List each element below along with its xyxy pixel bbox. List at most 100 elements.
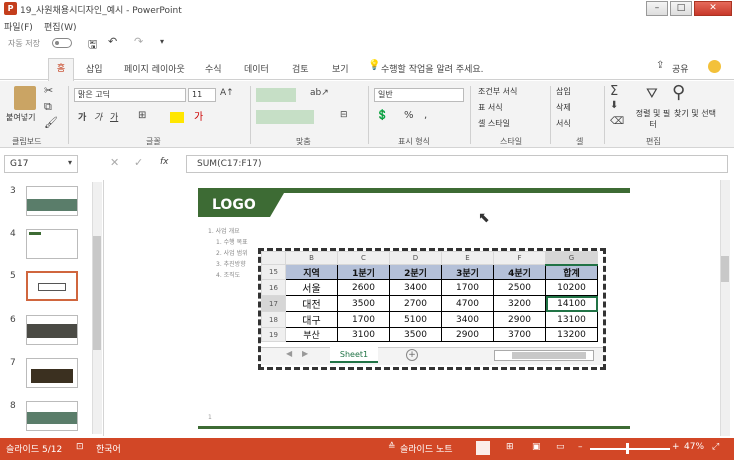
namebox-dropdown-icon[interactable]: ▾ — [68, 158, 72, 167]
slide-thumbnail-selected[interactable] — [26, 271, 78, 301]
slideshow-icon[interactable]: ▭ — [556, 442, 565, 452]
maximize-button[interactable]: □ — [670, 1, 692, 16]
tab-home[interactable]: 홈 — [48, 58, 74, 81]
tab-review[interactable]: 검토 — [292, 62, 309, 75]
menu-edit[interactable]: 편집(W) — [44, 20, 76, 33]
share-button[interactable]: 공유 — [672, 62, 689, 75]
slide-thumbnail[interactable] — [26, 229, 78, 259]
table-cell[interactable]: 합계 — [545, 264, 598, 280]
grow-font-icon[interactable]: A↑ — [220, 88, 234, 98]
table-cell[interactable]: 1분기 — [337, 264, 390, 280]
table-cell[interactable]: 부산 — [285, 327, 338, 342]
table-cell[interactable]: 2900 — [493, 311, 546, 328]
table-cell[interactable]: 13200 — [545, 327, 598, 342]
underline-icon[interactable]: 가 — [110, 110, 118, 123]
row-header[interactable]: 16 — [261, 279, 286, 296]
table-cell[interactable]: 3700 — [493, 327, 546, 342]
save-icon[interactable]: 🖫 — [88, 36, 97, 55]
tab-page-layout[interactable]: 페이지 레이아웃 — [124, 62, 185, 75]
cell-style-button[interactable]: 셀 스타일 — [478, 118, 510, 129]
paste-button[interactable]: 붙여넣기 — [6, 112, 35, 123]
table-cell[interactable]: 2700 — [389, 295, 442, 312]
row-header-selected[interactable]: 17 — [261, 295, 286, 312]
smiley-icon[interactable] — [708, 60, 721, 73]
delete-cells-button[interactable]: 삭제 — [556, 102, 571, 113]
table-cell[interactable]: 4분기 — [493, 264, 546, 280]
insert-cells-button[interactable]: 삽입 — [556, 86, 571, 97]
column-header[interactable]: F — [493, 251, 546, 265]
slide-thumbnail[interactable] — [26, 358, 78, 388]
table-format-button[interactable]: 표 서식 — [478, 102, 503, 113]
insert-function-icon[interactable]: fx — [160, 157, 169, 167]
horizontal-scroll-thumb[interactable] — [512, 352, 586, 359]
table-cell[interactable]: 3400 — [441, 311, 494, 328]
slide-scroll-thumb[interactable] — [721, 256, 729, 282]
table-cell[interactable]: 2600 — [337, 279, 390, 296]
currency-icon[interactable]: 💲 — [376, 110, 388, 121]
table-cell[interactable]: 13100 — [545, 311, 598, 328]
undo-icon[interactable]: ↶ — [108, 35, 117, 48]
magnifier-icon[interactable]: ⚲ — [672, 82, 685, 103]
normal-view-icon[interactable] — [476, 441, 490, 455]
conditional-format-button[interactable]: 조건부 서식 — [478, 86, 517, 97]
table-cell[interactable]: 3500 — [337, 295, 390, 312]
enter-icon[interactable]: ✓ — [134, 156, 143, 169]
qat-customize-icon[interactable]: ▾ — [160, 37, 164, 46]
align-top-icon[interactable] — [256, 88, 296, 102]
bold-icon[interactable]: 가 — [78, 110, 86, 123]
add-sheet-icon[interactable]: + — [406, 349, 418, 361]
table-cell[interactable]: 1700 — [337, 311, 390, 328]
column-header[interactable]: E — [441, 251, 494, 265]
format-painter-icon[interactable]: 🖌 — [44, 116, 58, 129]
font-size-select[interactable]: 11 — [188, 88, 216, 102]
orientation-icon[interactable]: ab↗ — [310, 88, 329, 98]
format-cells-button[interactable]: 서식 — [556, 118, 571, 129]
active-cell[interactable]: 14100 — [545, 295, 598, 312]
share-icon[interactable]: ⇪ — [656, 60, 664, 71]
row-header[interactable]: 18 — [261, 311, 286, 328]
column-header[interactable]: B — [285, 251, 338, 265]
autosave-toggle[interactable] — [52, 38, 72, 48]
border-icon[interactable]: ⊞ — [138, 110, 146, 121]
reading-view-icon[interactable]: ▣ — [532, 442, 541, 452]
cancel-icon[interactable]: ✕ — [110, 156, 119, 169]
fit-to-window-icon[interactable]: ⤢ — [712, 442, 719, 452]
font-color-icon[interactable]: 가 — [194, 108, 203, 123]
table-cell[interactable]: 4700 — [441, 295, 494, 312]
redo-icon[interactable]: ↷ — [134, 35, 143, 48]
next-sheet-icon[interactable]: ▶ — [302, 349, 308, 358]
tab-insert[interactable]: 삽입 — [86, 62, 103, 75]
spellcheck-icon[interactable]: ⊡ — [76, 442, 84, 452]
table-cell[interactable]: 3100 — [337, 327, 390, 342]
zoom-level[interactable]: 47% — [684, 442, 704, 452]
table-cell[interactable]: 3분기 — [441, 264, 494, 280]
filter-icon[interactable]: ⛛ — [646, 86, 658, 102]
prev-sheet-icon[interactable]: ◀ — [286, 349, 292, 358]
table-cell[interactable]: 3200 — [493, 295, 546, 312]
table-cell[interactable]: 2500 — [493, 279, 546, 296]
column-header[interactable]: D — [389, 251, 442, 265]
zoom-in-icon[interactable]: + — [672, 442, 680, 452]
formula-input[interactable]: SUM(C17:F17) — [186, 155, 728, 173]
slide-thumbnail[interactable] — [26, 315, 78, 345]
percent-icon[interactable]: % — [404, 110, 414, 121]
slide-scrollbar[interactable] — [720, 180, 730, 436]
sort-filter-button[interactable]: 정렬 및 필터 — [634, 108, 672, 130]
slide-thumbnail[interactable] — [26, 186, 78, 216]
table-cell[interactable]: 1700 — [441, 279, 494, 296]
align-center-icon[interactable] — [256, 110, 314, 124]
tab-data[interactable]: 데이터 — [244, 62, 269, 75]
row-header[interactable]: 19 — [261, 327, 286, 342]
table-cell[interactable]: 2분기 — [389, 264, 442, 280]
clear-icon[interactable]: ⌫ — [610, 116, 624, 127]
column-header[interactable]: C — [337, 251, 390, 265]
merge-icon[interactable]: ⊟ — [340, 110, 348, 120]
fill-color-icon[interactable] — [170, 112, 184, 123]
cut-icon[interactable]: ✂ — [44, 84, 53, 97]
tab-view[interactable]: 보기 — [332, 62, 349, 75]
comma-icon[interactable]: , — [424, 110, 427, 121]
tell-me-box[interactable]: 수행할 작업을 알려 주세요. — [381, 62, 484, 75]
table-cell[interactable]: 서울 — [285, 279, 338, 296]
paste-icon[interactable] — [14, 86, 36, 110]
notes-icon[interactable]: ≙ — [388, 442, 396, 452]
